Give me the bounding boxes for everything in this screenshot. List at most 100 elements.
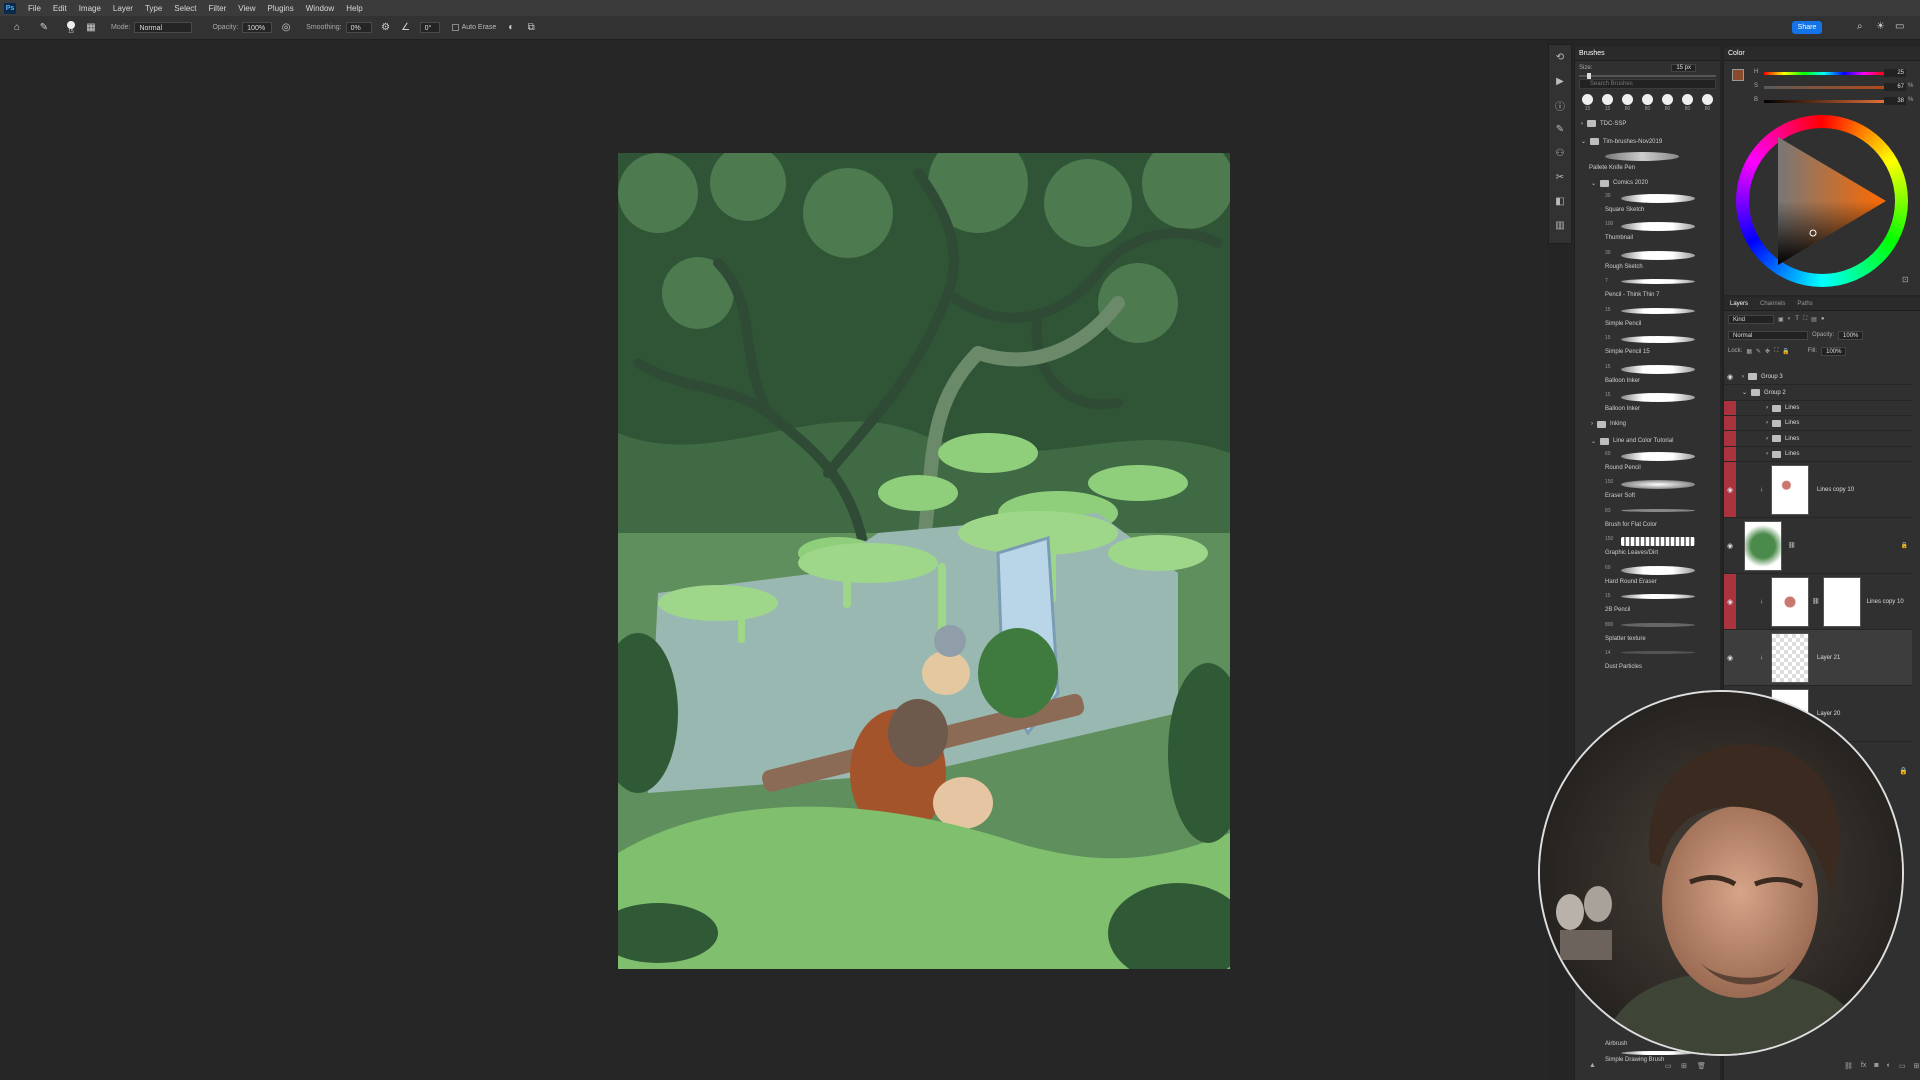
brush-search-input[interactable]: Search Brushes bbox=[1579, 79, 1716, 89]
menu-window[interactable]: Window bbox=[300, 4, 340, 13]
saturation-brightness-triangle[interactable] bbox=[1736, 115, 1908, 287]
brush-item[interactable]: 15 Balloon Inker bbox=[1575, 389, 1720, 418]
artwork-canvas[interactable] bbox=[618, 153, 1230, 969]
brush-item[interactable]: 150 Graphic Leaves/Dirt bbox=[1575, 533, 1720, 562]
layer-opacity-field[interactable]: 100% bbox=[1838, 330, 1864, 340]
add-mask-icon[interactable]: ◙ bbox=[1874, 1062, 1878, 1070]
adjustments-icon[interactable]: ◧ bbox=[1549, 189, 1571, 213]
visibility-eye-icon[interactable] bbox=[1724, 416, 1736, 430]
layer-style-icon[interactable]: fx bbox=[1861, 1062, 1866, 1070]
mode-select[interactable]: Normal bbox=[134, 22, 193, 33]
recent-brush[interactable]: 80 bbox=[1619, 94, 1636, 112]
menu-select[interactable]: Select bbox=[168, 4, 202, 13]
brush-group-comics[interactable]: ⌄ Comics 2020 bbox=[1575, 177, 1720, 190]
histogram-icon[interactable]: ▥ bbox=[1549, 213, 1571, 237]
tool-presets-icon[interactable]: ✂ bbox=[1549, 165, 1571, 189]
menu-help[interactable]: Help bbox=[340, 4, 368, 13]
clone-source-icon[interactable]: ⚇ bbox=[1549, 141, 1571, 165]
menu-layer[interactable]: Layer bbox=[107, 4, 139, 13]
layer-row-foliage[interactable]: ◉ ⛓ 🔒 bbox=[1724, 518, 1912, 574]
menu-type[interactable]: Type bbox=[139, 4, 168, 13]
filter-toggle-icon[interactable]: ● bbox=[1821, 316, 1825, 322]
angle-field[interactable]: 0° bbox=[419, 22, 440, 33]
layer-row-lines[interactable]: › Lines bbox=[1724, 447, 1912, 462]
visibility-eye-icon[interactable]: ◉ bbox=[1724, 462, 1736, 517]
photoshop-logo-icon[interactable]: Ps bbox=[4, 2, 16, 14]
brightness-slider[interactable] bbox=[1764, 100, 1884, 103]
brush-folder-icon[interactable]: ▭ bbox=[1665, 1062, 1672, 1070]
home-icon[interactable]: ⌂ bbox=[10, 21, 24, 35]
layer-row-layer-21[interactable]: ◉ ↓ Layer 21 bbox=[1724, 630, 1912, 686]
menu-view[interactable]: View bbox=[232, 4, 261, 13]
brush-item[interactable]: 30 Square Sketch bbox=[1575, 190, 1720, 219]
pressure-opacity-icon[interactable]: ◎ bbox=[279, 21, 293, 35]
search-icon[interactable]: ⌕ bbox=[1857, 21, 1863, 32]
expand-chevron-icon[interactable]: › bbox=[1766, 436, 1768, 442]
new-group-icon[interactable]: ▭ bbox=[1899, 1062, 1906, 1070]
filter-adjustment-icon[interactable]: ◐ bbox=[1788, 316, 1792, 322]
filter-pixel-icon[interactable]: ▣ bbox=[1778, 316, 1784, 323]
filter-shape-icon[interactable]: ⛶ bbox=[1803, 316, 1807, 323]
hue-wheel[interactable] bbox=[1736, 115, 1908, 287]
brush-item[interactable]: 7 Pencil - Think Thin 7 bbox=[1575, 275, 1720, 304]
brush-tool-icon[interactable]: ✎ bbox=[37, 21, 51, 35]
brush-item[interactable]: 150 Eraser Soft bbox=[1575, 476, 1720, 505]
brush-settings-panel-icon[interactable]: ✎ bbox=[1549, 117, 1571, 141]
brushes-panel-tab[interactable]: Brushes bbox=[1575, 47, 1720, 61]
brush-item[interactable]: 100 Thumbnail bbox=[1575, 218, 1720, 247]
lock-pixels-icon[interactable]: ✎ bbox=[1756, 348, 1761, 355]
new-layer-icon[interactable]: ⊞ bbox=[1913, 1062, 1919, 1070]
recent-brush[interactable]: 80 bbox=[1699, 94, 1716, 112]
brush-item[interactable]: 15 Balloon Inker bbox=[1575, 361, 1720, 390]
visibility-eye-icon[interactable]: ◉ bbox=[1724, 574, 1736, 629]
history-icon[interactable]: ⟲ bbox=[1549, 45, 1571, 69]
recent-brush[interactable]: 80 bbox=[1679, 94, 1696, 112]
brush-group-inking[interactable]: › Inking bbox=[1575, 418, 1720, 431]
visibility-eye-icon[interactable] bbox=[1724, 385, 1736, 400]
visibility-eye-icon[interactable]: ◉ bbox=[1724, 630, 1736, 685]
hue-slider[interactable] bbox=[1764, 72, 1884, 75]
brush-size-slider[interactable] bbox=[1579, 73, 1716, 79]
blend-mode-select[interactable]: Normal bbox=[1728, 330, 1808, 340]
share-button[interactable]: Share bbox=[1792, 21, 1822, 34]
lock-all-icon[interactable]: 🔒 bbox=[1782, 348, 1789, 355]
visibility-eye-icon[interactable] bbox=[1724, 447, 1736, 461]
menu-plugins[interactable]: Plugins bbox=[262, 4, 300, 13]
layer-row-lines[interactable]: › Lines bbox=[1724, 401, 1912, 416]
layer-row-lines-copy-10-mask[interactable]: ◉ ↓ ⛓ Lines copy 10 bbox=[1724, 574, 1912, 630]
menu-image[interactable]: Image bbox=[73, 4, 107, 13]
delete-brush-icon[interactable]: 🗑 bbox=[1697, 1062, 1706, 1070]
brush-group-line-color[interactable]: ⌄ Line and Color Tutorial bbox=[1575, 435, 1720, 448]
menu-filter[interactable]: Filter bbox=[203, 4, 233, 13]
visibility-eye-icon[interactable]: ◉ bbox=[1724, 369, 1736, 384]
color-panel-tab[interactable]: Color bbox=[1724, 47, 1920, 61]
layer-row-lines-copy-10[interactable]: ◉ ↓ Lines copy 10 bbox=[1724, 462, 1912, 518]
brush-item[interactable]: 83 Brush for Flat Color bbox=[1575, 505, 1720, 534]
tab-channels[interactable]: Channels bbox=[1754, 301, 1791, 307]
expand-chevron-icon[interactable]: ⌄ bbox=[1742, 389, 1747, 396]
brush-item[interactable]: 60 Hard Round Eraser bbox=[1575, 562, 1720, 591]
auto-erase-checkbox[interactable] bbox=[451, 24, 459, 31]
opacity-field[interactable]: 100% bbox=[242, 22, 273, 33]
layer-row-lines[interactable]: › Lines bbox=[1724, 416, 1912, 431]
create-brush-icon[interactable]: ⊞ bbox=[1681, 1062, 1687, 1070]
filter-smart-object-icon[interactable]: ▤ bbox=[1811, 316, 1817, 323]
layer-filter-kind[interactable]: Kind bbox=[1728, 314, 1774, 324]
discover-icon[interactable]: ☀ bbox=[1876, 21, 1885, 32]
recent-brush[interactable]: 15 bbox=[1579, 94, 1596, 112]
brush-item[interactable]: 15 2B Pencil bbox=[1575, 590, 1720, 619]
smoothing-field[interactable]: 0% bbox=[345, 22, 372, 33]
brush-item[interactable]: 15 Simple Pencil bbox=[1575, 304, 1720, 333]
tab-paths[interactable]: Paths bbox=[1791, 301, 1818, 307]
smoothing-gear-icon[interactable]: ⚙ bbox=[379, 21, 393, 35]
layer-row-lines[interactable]: › Lines bbox=[1724, 431, 1912, 447]
brush-size-field[interactable]: 15 px bbox=[1671, 64, 1696, 72]
brush-item[interactable]: 800 Splatter texture bbox=[1575, 619, 1720, 648]
layer-row-group-2[interactable]: ⌄ Group 2 bbox=[1724, 385, 1912, 401]
visibility-eye-icon[interactable] bbox=[1724, 431, 1736, 446]
hue-value[interactable]: 25 bbox=[1884, 69, 1906, 77]
expand-chevron-icon[interactable]: › bbox=[1766, 451, 1768, 457]
saturation-slider[interactable] bbox=[1764, 86, 1884, 89]
expand-chevron-icon[interactable]: › bbox=[1742, 374, 1744, 380]
saturation-value[interactable]: 67 bbox=[1884, 83, 1906, 91]
